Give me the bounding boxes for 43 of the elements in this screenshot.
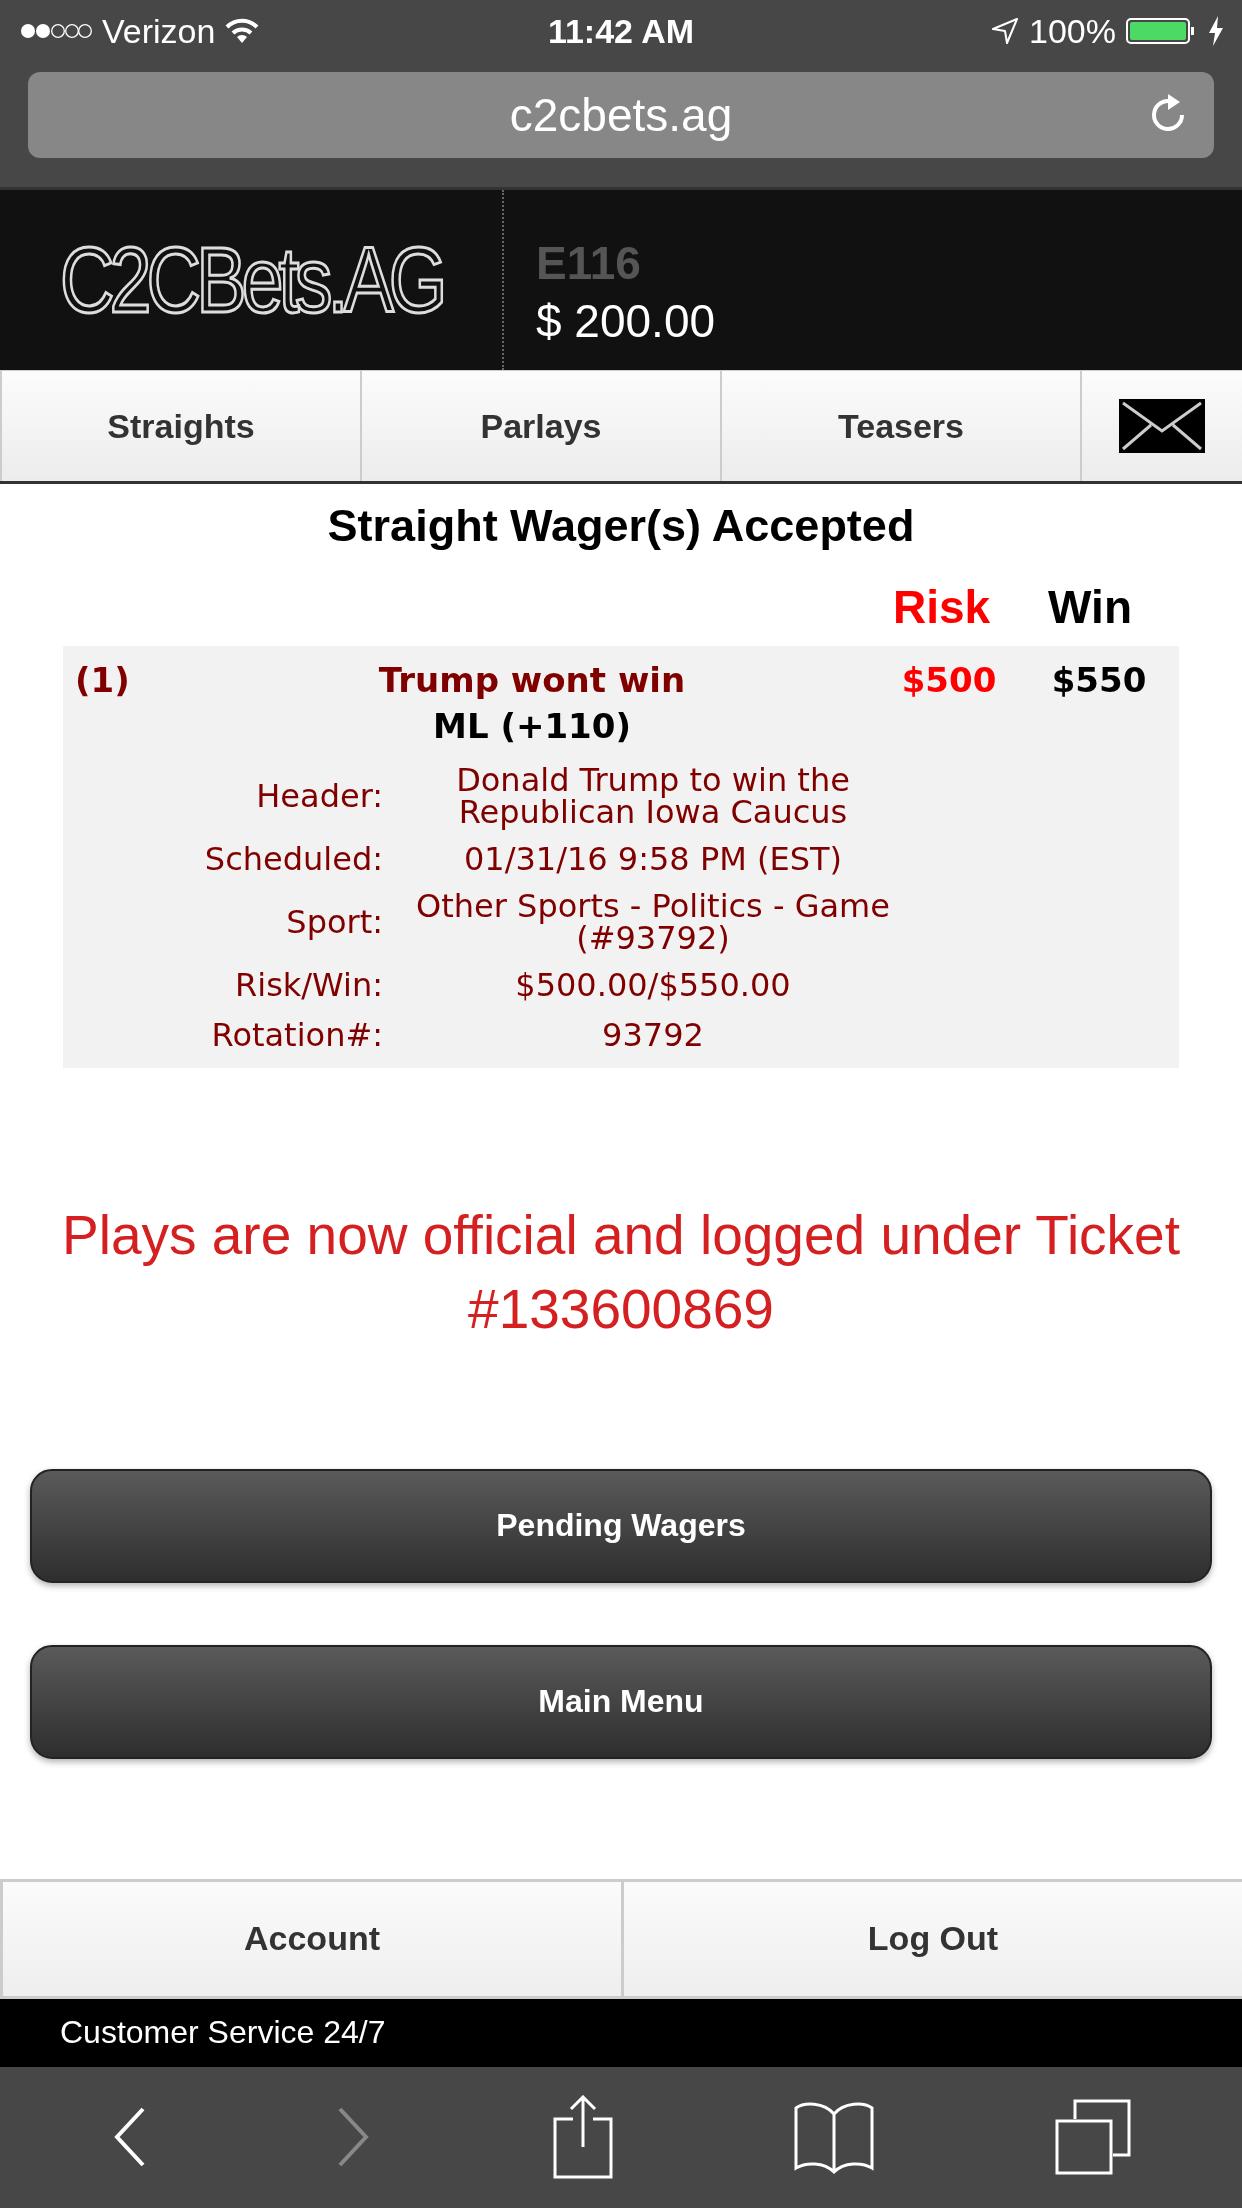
detail-label: Sport: bbox=[285, 903, 383, 941]
wager-line: ML (+110) bbox=[433, 706, 631, 746]
detail-label: Scheduled: bbox=[203, 840, 383, 878]
footer-tab[interactable]: Account bbox=[0, 1881, 621, 1996]
location-icon bbox=[991, 17, 1020, 45]
nav-tab[interactable]: Teasers bbox=[720, 370, 1080, 481]
battery-percent: 100% bbox=[1029, 11, 1116, 51]
nav-tab[interactable]: Parlays bbox=[360, 370, 720, 481]
detail-value: Donald Trump to win the Republican Iowa Caucus bbox=[455, 764, 851, 828]
account-id: E116 bbox=[536, 236, 642, 290]
clock-time: 11:42 AM bbox=[546, 11, 696, 51]
bookmarks-icon[interactable] bbox=[794, 2100, 875, 2175]
detail-label: Risk/Win: bbox=[234, 966, 383, 1004]
action-button[interactable]: Main Menu bbox=[30, 1644, 1212, 1759]
detail-value: $500.00/$550.00 bbox=[514, 969, 792, 1001]
win-amount: $550 bbox=[1050, 660, 1148, 700]
confirmation-title: Straight Wager(s) Accepted bbox=[326, 500, 916, 552]
wager-selection: Trump wont win bbox=[378, 660, 686, 700]
account-balance: $ 200.00 bbox=[536, 294, 716, 348]
detail-label: Header: bbox=[255, 777, 383, 815]
detail-value: Other Sports - Politics - Game (#93792) bbox=[415, 890, 891, 954]
risk-amount: $500 bbox=[900, 660, 998, 700]
carrier-name: Verizon bbox=[102, 11, 216, 51]
signal-icon bbox=[20, 23, 92, 39]
wager-number: (1) bbox=[74, 660, 131, 700]
nav-tab[interactable]: Straights bbox=[0, 370, 360, 481]
win-heading: Win bbox=[1048, 580, 1132, 634]
risk-heading: Risk bbox=[892, 580, 991, 634]
site-logo[interactable]: C2CBets.AG bbox=[59, 227, 443, 333]
detail-value: 01/31/16 9:58 PM (EST) bbox=[462, 843, 843, 875]
wifi-icon bbox=[225, 18, 260, 44]
messages-tab[interactable] bbox=[1080, 370, 1242, 481]
share-icon[interactable] bbox=[552, 2095, 613, 2180]
detail-label: Rotation#: bbox=[210, 1016, 383, 1054]
detail-value: 93792 bbox=[601, 1019, 705, 1051]
action-button[interactable]: Pending Wagers bbox=[30, 1468, 1212, 1583]
address-bar[interactable]: c2cbets.ag bbox=[28, 72, 1214, 158]
tabs-icon[interactable] bbox=[1055, 2099, 1132, 2176]
charging-icon bbox=[1208, 16, 1224, 46]
customer-service-note: Customer Service 24/7 bbox=[60, 2014, 386, 2051]
envelope-icon bbox=[1119, 399, 1205, 453]
ticket-message: Plays are now official and logged under Ticket #133600869 bbox=[61, 1203, 1181, 1343]
footer-tab[interactable]: Log Out bbox=[621, 1881, 1242, 1996]
